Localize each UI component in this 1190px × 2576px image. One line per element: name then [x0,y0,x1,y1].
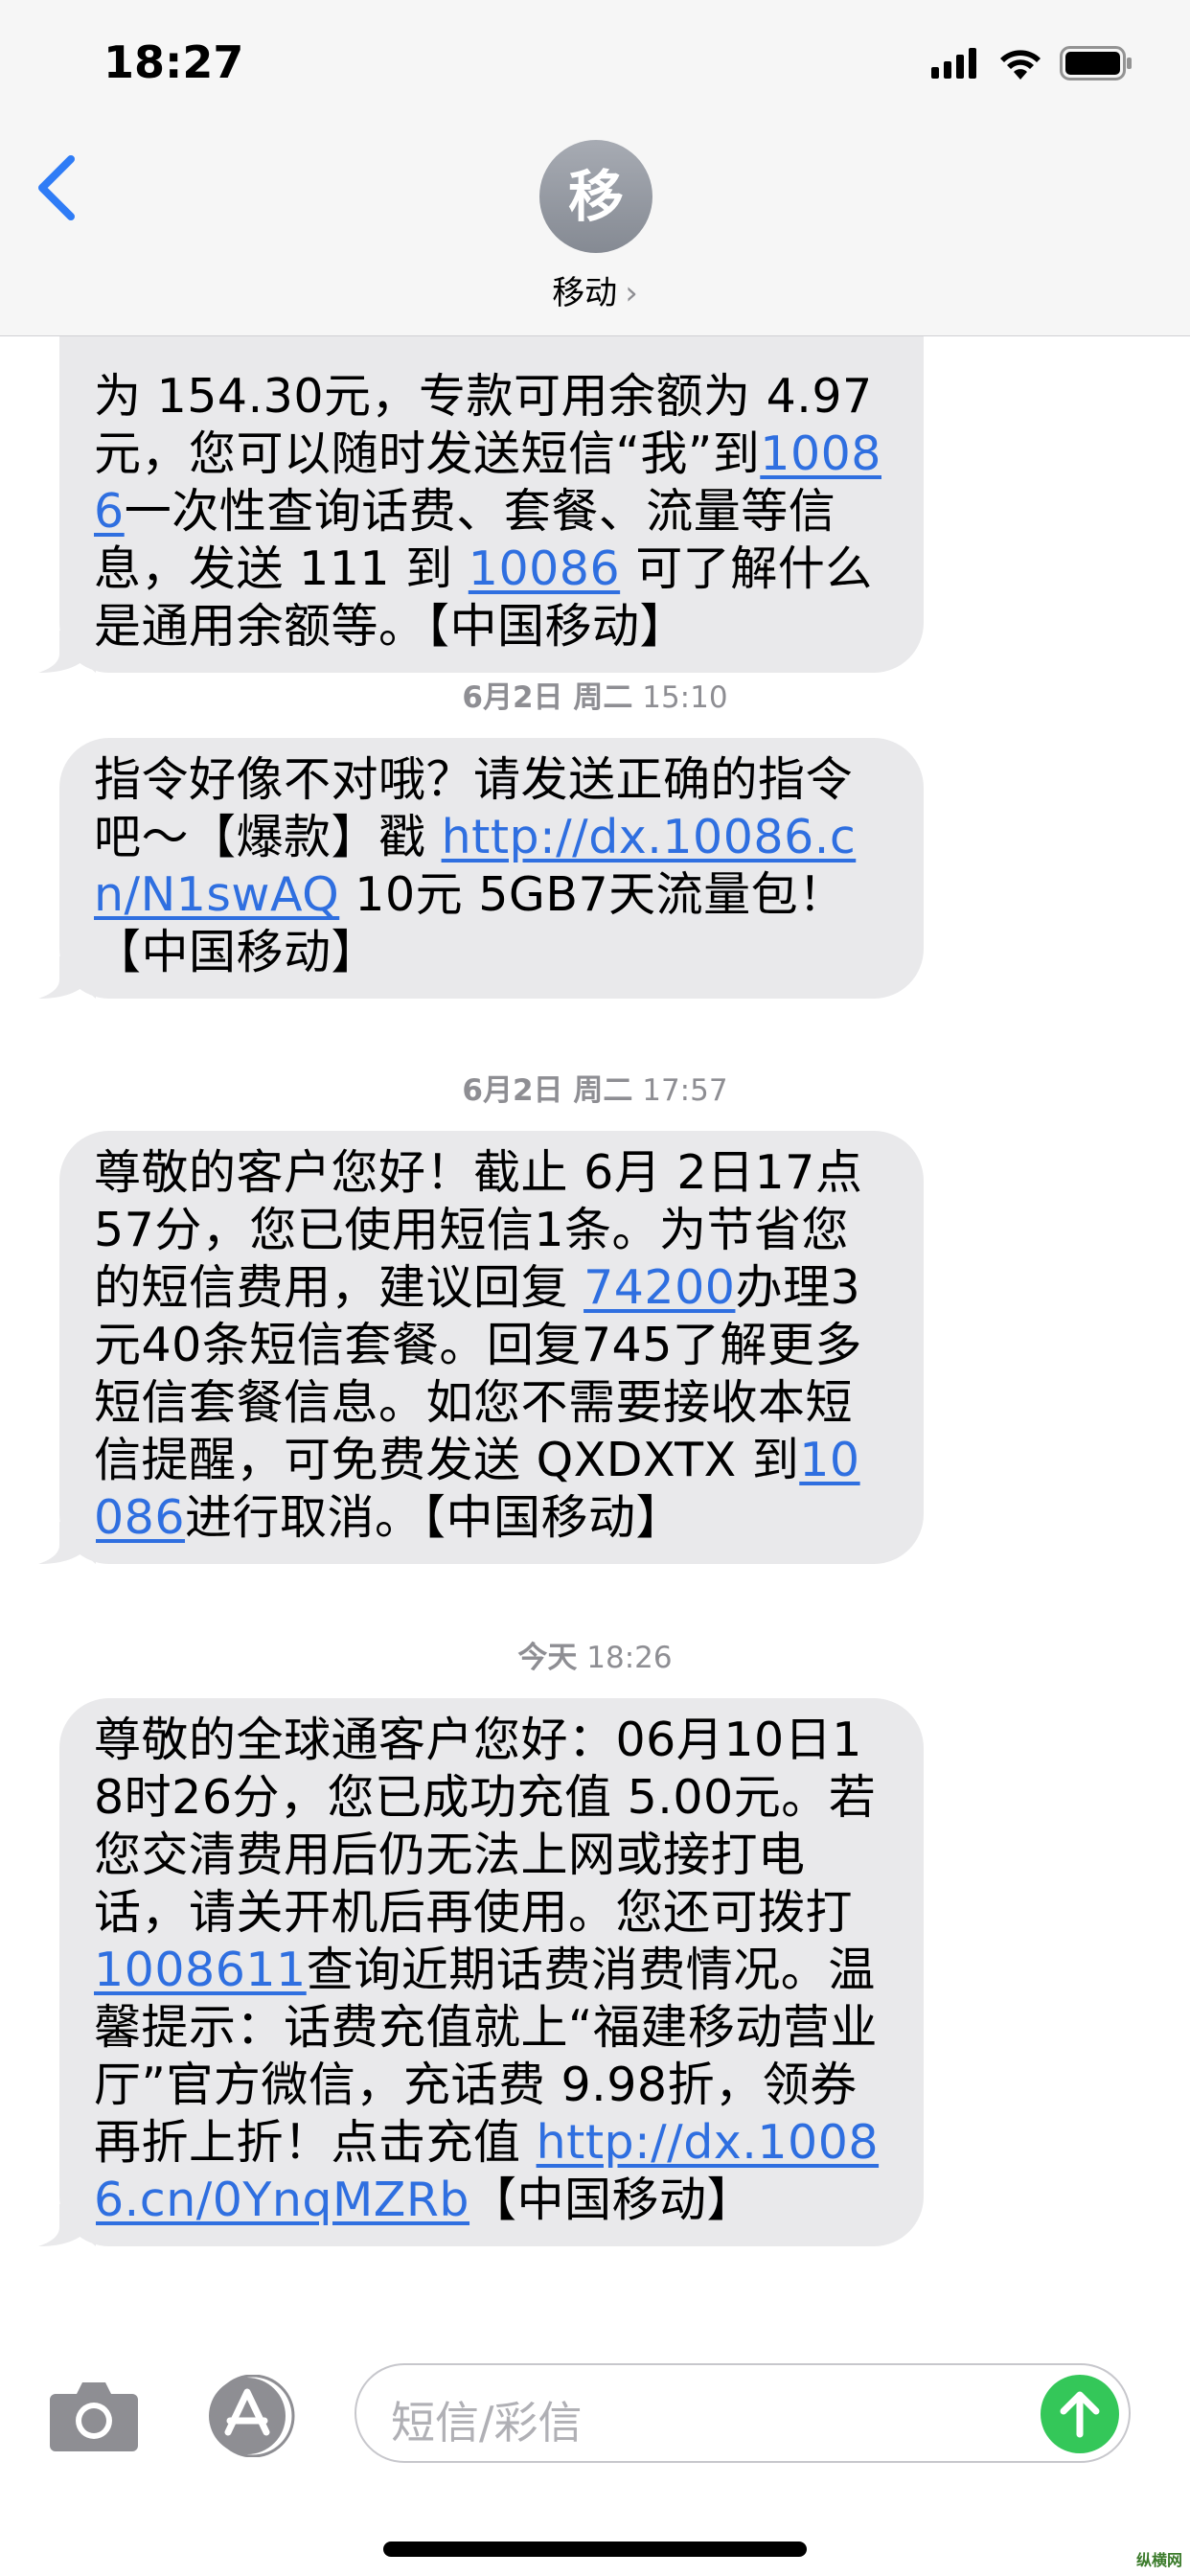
bubble-tail [38,2204,96,2246]
send-button[interactable] [1041,2375,1119,2453]
cellular-signal-icon [931,48,976,79]
message-text: 进行取消。【中国移动】 [185,1490,684,1545]
bubble-tail [38,956,96,999]
timestamp: 6月2日 周二 17:57 [462,1073,728,1108]
message-bubble[interactable]: 为 154.30元，专款可用余额为 4.97元，您可以随时发送短信“我”到 100… [38,288,924,673]
message-list[interactable]: 为 154.30元，专款可用余额为 4.97元，您可以随时发送短信“我”到 100… [0,0,1190,2358]
bubble-tail [38,1522,96,1564]
app-store-icon[interactable] [201,2375,305,2457]
message-input[interactable]: 短信/彩信 [355,2363,1131,2463]
message-link[interactable]: 74200 [584,1260,735,1315]
message-text: 【中国移动】 [469,2173,755,2227]
message-link[interactable]: 1008611 [94,1943,307,1997]
status-time: 18:27 [103,36,244,88]
compose-bar: 短信/彩信 纵横网 [0,2338,1190,2576]
message-bubble[interactable]: 指令好像不对哦？请发送正确的指令吧～【爆款】戳 http://dx.10086.… [38,738,924,999]
timestamp: 今天 18:26 [517,1641,673,1675]
arrow-up-icon [1060,2391,1100,2438]
message-link[interactable]: 10086 [469,541,620,596]
status-icons [931,44,1133,82]
home-indicator[interactable] [383,2542,807,2557]
message-text: 尊敬的全球通客户您好：06月10日18时26分，您已成功充值 5.00元。若您交… [94,1713,877,1940]
contact-name[interactable]: 移动 › [0,266,1190,313]
camera-icon[interactable] [48,2377,140,2453]
conversation-header: 18:27 移 移动 › [0,0,1190,336]
message-bubble[interactable]: 尊敬的全球通客户您好：06月10日18时26分，您已成功充值 5.00元。若您交… [38,1698,924,2246]
message-input-placeholder: 短信/彩信 [391,2397,583,2449]
chevron-right-icon: › [625,274,638,312]
battery-icon [1060,46,1132,80]
message-text: 为 154.30元，专款可用余额为 4.97元，您可以随时发送短信“我”到 [94,369,873,481]
contact-avatar[interactable]: 移 [539,140,652,253]
watermark: 纵横网 [1135,2551,1182,2569]
chevron-left-icon[interactable] [33,153,80,222]
contact-name-label: 移动 [552,274,618,312]
message-bubble[interactable]: 尊敬的客户您好！截止 6月 2日17点57分，您已使用短信1条。为节省您的短信费… [38,1131,924,1564]
bubble-tail [38,631,96,673]
timestamp: 6月2日 周二 15:10 [462,680,728,715]
wifi-icon [1000,50,1041,80]
